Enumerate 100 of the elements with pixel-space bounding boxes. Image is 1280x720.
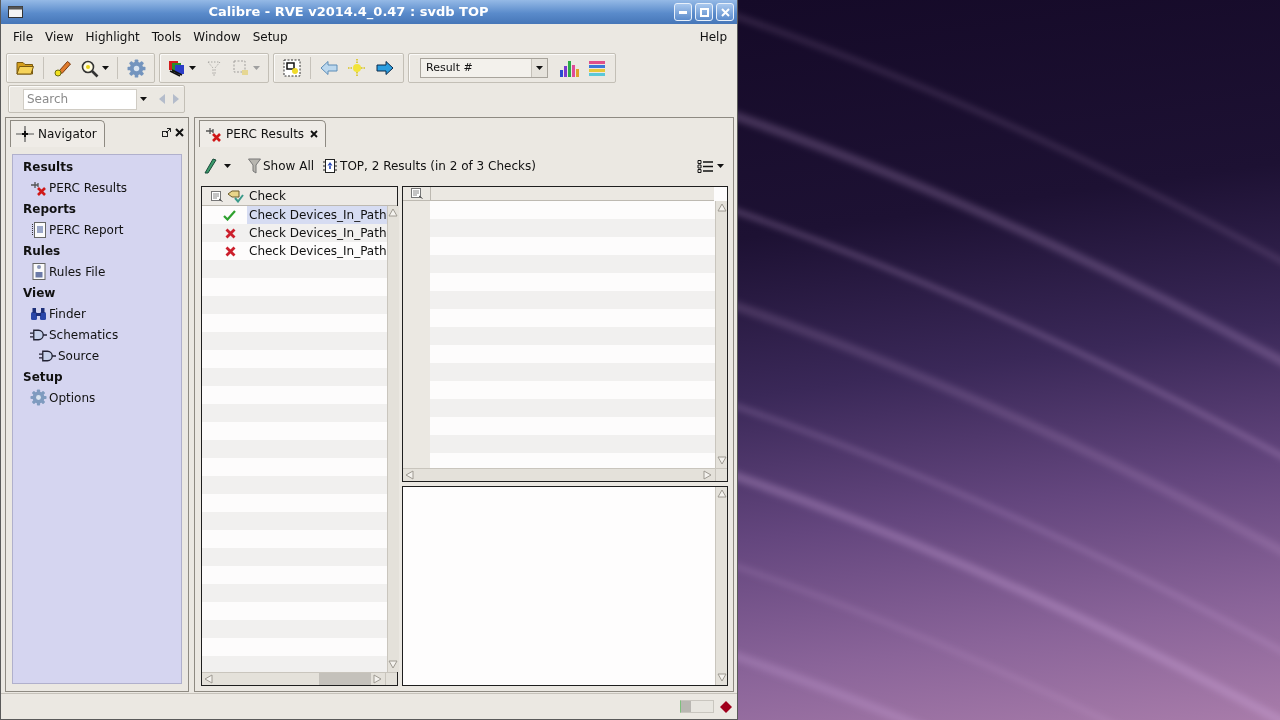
results-icon: [30, 179, 47, 196]
scroll-right-icon: [373, 674, 383, 684]
section-heading: Rules: [23, 242, 61, 260]
window-title: Calibre - RVE v2014.4_0.47 : svdb TOP: [207, 3, 490, 22]
diamond-icon: [720, 700, 732, 713]
document-icon: [31, 221, 46, 238]
menu-item[interactable]: Tools: [148, 27, 185, 47]
vertical-scrollbar[interactable]: [715, 487, 727, 685]
left-arrow-icon: [320, 60, 338, 76]
close-panel-button[interactable]: [175, 128, 184, 137]
panel-tab[interactable]: Navigator: [10, 120, 105, 147]
pencil-icon: [52, 59, 72, 77]
section-heading: View: [23, 284, 56, 302]
color-stripes-icon: [588, 59, 606, 77]
window-icon: [8, 6, 23, 18]
minimize-icon: [679, 10, 687, 14]
caret-icon: [224, 164, 231, 168]
show-all-button[interactable]: Show All: [248, 157, 315, 175]
scrollbar-corner: [385, 672, 397, 685]
crosshair-icon: [16, 126, 34, 142]
navigator-item[interactable]: Finder: [30, 304, 86, 323]
color-layers-icon: [168, 59, 186, 77]
scroll-down-icon: [716, 673, 727, 683]
navigator-item[interactable]: Source: [39, 346, 100, 365]
search-field[interactable]: Search: [23, 88, 137, 110]
binoculars-icon: [30, 306, 47, 321]
dashed-square-icon: [232, 59, 250, 77]
section-heading: Reports: [23, 200, 76, 218]
funnel-icon: [248, 158, 261, 174]
menu-item[interactable]: View: [42, 27, 77, 47]
dashed-frame-icon: [283, 59, 301, 77]
navigator-item[interactable]: Schematics: [30, 325, 119, 344]
menu-item[interactable]: Window: [190, 27, 244, 47]
maximize-button[interactable]: [695, 3, 713, 21]
caret-icon: [140, 97, 147, 101]
plug-icon: [30, 328, 47, 341]
caret-icon: [536, 66, 543, 70]
left-triangle-icon: [158, 94, 165, 104]
list-icon: [697, 158, 713, 174]
horizontal-scrollbar[interactable]: [403, 468, 715, 481]
right-triangle-icon: [172, 94, 179, 104]
close-button[interactable]: [716, 3, 734, 21]
close-icon: [720, 7, 730, 17]
scroll-left-icon: [204, 674, 214, 684]
table-cell[interactable]: Check Devices_In_Path: [247, 242, 387, 260]
horizontal-scrollbar[interactable]: [202, 672, 385, 685]
magnifier-icon: [80, 58, 99, 78]
scrollbar-thumb[interactable]: [319, 673, 371, 685]
table-cell[interactable]: Check Devices_In_Path: [247, 224, 387, 242]
float-button[interactable]: [162, 128, 171, 137]
scroll-up-icon: [388, 208, 399, 218]
navigator-item[interactable]: Rules File: [30, 262, 106, 281]
folder-icon: [16, 60, 34, 76]
view-options-button[interactable]: [697, 158, 724, 174]
cell-icon: [323, 159, 338, 173]
help-menu[interactable]: Help: [696, 27, 730, 47]
panel-tab[interactable]: PERC Results: [199, 120, 327, 147]
caret-icon: [102, 66, 109, 70]
right-arrow-icon: [376, 60, 394, 76]
caret-icon: [189, 66, 196, 70]
pen-icon: [204, 158, 218, 174]
navigator-item[interactable]: PERC Report: [30, 220, 124, 239]
close-icon: [310, 130, 319, 138]
menu-item[interactable]: Setup: [249, 27, 291, 47]
bar-chart-icon: [559, 59, 579, 77]
column-settings-icon: [211, 190, 223, 202]
plug-icon: [39, 349, 56, 362]
navigator-item[interactable]: Options: [30, 388, 96, 407]
section-heading: Setup: [23, 368, 63, 386]
scroll-up-icon: [716, 203, 727, 213]
scroll-right-icon: [703, 470, 713, 480]
navigator-item[interactable]: PERC Results: [30, 178, 128, 197]
scroll-down-icon: [388, 660, 399, 670]
scroll-down-icon: [716, 456, 727, 466]
crosshair-icon: [348, 59, 366, 77]
results-summary: TOP, 2 Results (in 2 of 3 Checks): [340, 158, 536, 175]
minimize-button[interactable]: [674, 3, 692, 21]
gear-icon: [126, 58, 146, 78]
menu-item[interactable]: File: [10, 27, 37, 47]
close-icon: [175, 128, 184, 137]
rules-document-icon: [31, 263, 46, 280]
menu-item[interactable]: Highlight: [82, 27, 143, 47]
vertical-scrollbar[interactable]: [715, 201, 727, 468]
close-tab-button[interactable]: [310, 130, 319, 138]
scroll-left-icon: [405, 470, 415, 480]
gear-icon: [30, 389, 47, 406]
table-cell[interactable]: Check Devices_In_Path: [247, 206, 387, 224]
column-header[interactable]: Check: [247, 187, 286, 205]
float-window-icon: [162, 128, 171, 137]
scroll-up-icon: [716, 489, 727, 499]
dotted-shape-icon: [205, 59, 223, 77]
results-icon: [205, 126, 222, 142]
section-heading: Results: [23, 158, 74, 176]
tag-check-icon: [226, 189, 244, 203]
pen-menu-button[interactable]: [204, 158, 231, 174]
result-dropdown[interactable]: Result #: [420, 58, 548, 78]
caret-icon: [253, 66, 260, 70]
scrollbar-corner: [715, 468, 727, 481]
maximize-icon: [699, 7, 709, 17]
caret-icon: [717, 164, 724, 168]
